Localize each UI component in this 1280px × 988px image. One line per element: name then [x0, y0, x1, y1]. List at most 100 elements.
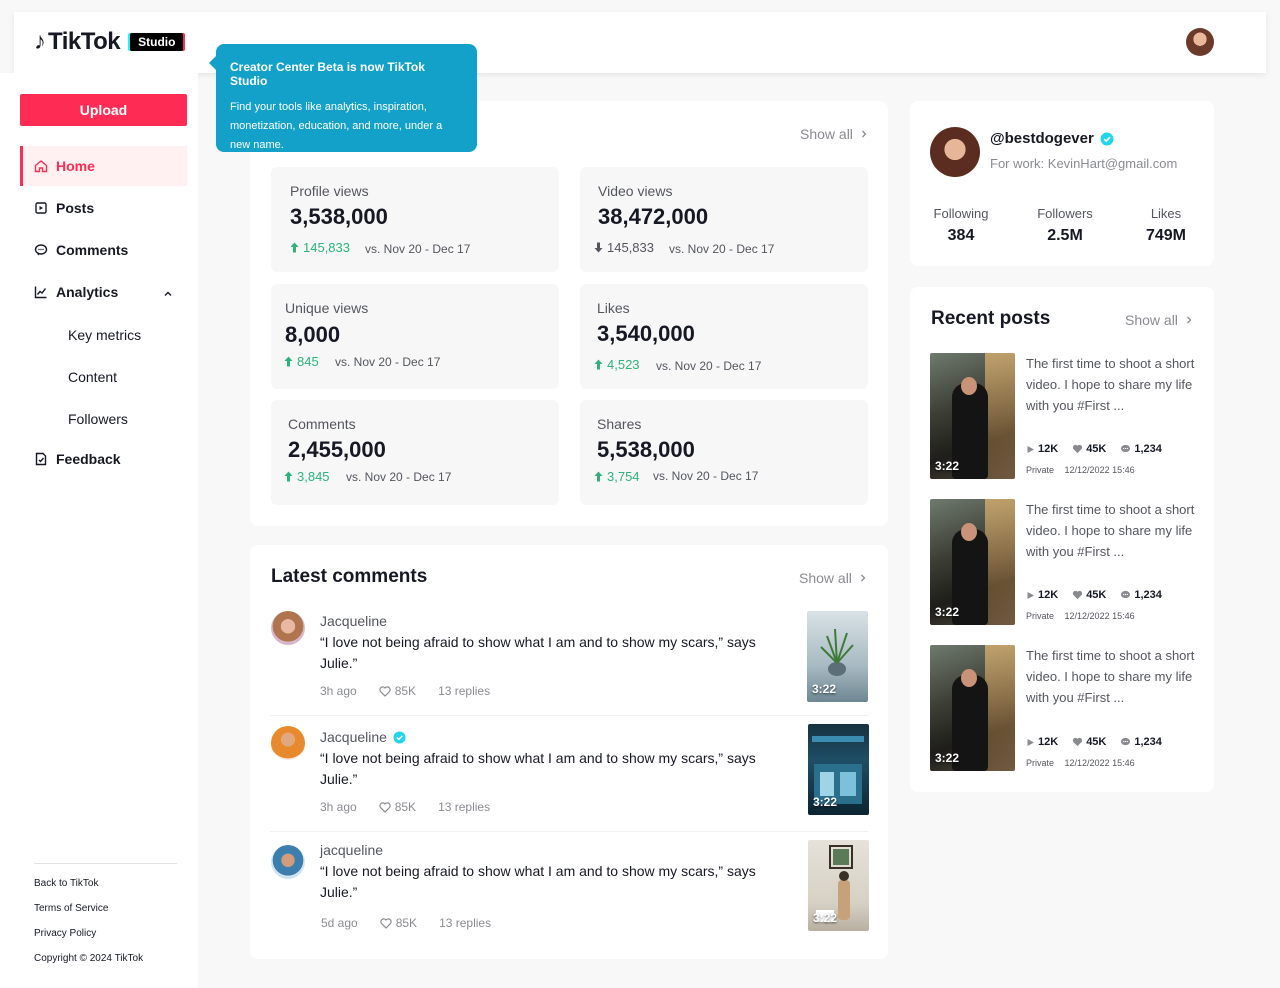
post-caption[interactable]: The first time to shoot a short video. I…	[1026, 353, 1200, 416]
sidebar-subitem-followers[interactable]: Followers	[68, 411, 128, 427]
comments-count: 1,234	[1134, 736, 1162, 748]
studio-rename-tooltip[interactable]: Creator Center Beta is now TikTok Studio…	[209, 44, 477, 152]
show-all-label: Show all	[799, 570, 852, 586]
metric-card-comments[interactable]: Comments 2,455,000 3,845 vs. Nov 20 - De…	[271, 400, 559, 505]
comment-bubble-icon	[1121, 737, 1131, 746]
tooltip-title: Creator Center Beta is now TikTok Studio	[230, 60, 425, 88]
post-meta: Private 12/12/2022 15:46	[1026, 758, 1143, 768]
likes-count: 45K	[1086, 589, 1107, 601]
comment-divider	[270, 715, 868, 716]
privacy-policy-link[interactable]: Privacy Policy	[34, 928, 96, 939]
commenter-avatar[interactable]	[271, 845, 305, 879]
comment-likes[interactable]: 85K	[379, 684, 416, 698]
sidebar-item-comments[interactable]: Comments	[20, 230, 187, 270]
thumbnail-face	[961, 523, 977, 541]
back-to-tiktok-link[interactable]: Back to TikTok	[34, 878, 98, 889]
profile-work-email: For work: KevinHart@gmail.com	[990, 156, 1178, 171]
profile-handle[interactable]: @bestdogever	[990, 130, 1114, 147]
comment-replies[interactable]: 13 replies	[439, 916, 491, 930]
metric-value: 5,538,000	[597, 437, 695, 462]
metric-range: vs. Nov 20 - Dec 17	[669, 242, 775, 256]
sidebar-item-feedback[interactable]: Feedback	[20, 439, 187, 479]
stat-following[interactable]: Following 384	[926, 206, 996, 245]
stat-label: Following	[933, 206, 989, 221]
comment-video-thumbnail[interactable]: 3:22	[807, 611, 868, 702]
logo-text: TikTok	[48, 28, 121, 55]
user-avatar[interactable]	[1186, 28, 1214, 56]
upload-button[interactable]: Upload	[20, 94, 187, 126]
arrow-down-icon	[594, 242, 603, 253]
comment-video-thumbnail[interactable]: 3:22	[808, 840, 869, 931]
comment-text: “I love not being afraid to show what I …	[320, 750, 756, 787]
home-icon	[34, 159, 48, 173]
posts-icon	[34, 201, 48, 215]
metric-card-video-views[interactable]: Video views 38,472,000 145,833 vs. Nov 2…	[580, 167, 868, 272]
comment-text: “I love not being afraid to show what I …	[320, 863, 756, 900]
thumbnail-face	[961, 669, 977, 687]
post-visibility: Private	[1026, 611, 1055, 621]
metric-card-unique-views[interactable]: Unique views 8,000 845 vs. Nov 20 - Dec …	[271, 284, 559, 389]
stat-likes[interactable]: Likes 749M	[1136, 206, 1196, 245]
comment-divider	[270, 831, 868, 832]
comments-show-all[interactable]: Show all	[799, 570, 868, 586]
recent-posts-show-all[interactable]: Show all	[1125, 312, 1194, 328]
video-duration: 3:22	[813, 795, 838, 809]
video-duration: 3:22	[935, 751, 960, 765]
likes-count: 85K	[395, 916, 418, 930]
sidebar-item-home[interactable]: Home	[20, 146, 187, 186]
profile-avatar[interactable]	[930, 127, 980, 177]
arrow-up-icon	[290, 242, 299, 253]
studio-badge: Studio	[130, 33, 184, 51]
delta-value: 3,754	[607, 469, 640, 484]
post-plays: 12K	[1026, 589, 1058, 601]
copyright-text: Copyright © 2024 TikTok	[34, 953, 144, 964]
sidebar-subitem-key-metrics[interactable]: Key metrics	[68, 327, 141, 343]
tiktok-logo[interactable]: ♪ TikTok Studio	[34, 28, 184, 56]
post-thumbnail[interactable]: 3:22	[930, 499, 1015, 625]
video-duration: 3:22	[813, 911, 838, 925]
metric-label: Unique views	[285, 300, 369, 316]
metric-range: vs. Nov 20 - Dec 17	[346, 470, 452, 484]
delta-value: 3,845	[297, 469, 330, 484]
post-likes: 45K	[1072, 443, 1106, 455]
heart-icon	[379, 801, 391, 813]
commenter-avatar[interactable]	[271, 611, 305, 645]
terms-of-service-link[interactable]: Terms of Service	[34, 903, 108, 914]
comment-likes[interactable]: 85K	[380, 916, 417, 930]
comment-likes[interactable]: 85K	[379, 800, 416, 814]
post-caption[interactable]: The first time to shoot a short video. I…	[1026, 645, 1200, 708]
post-caption[interactable]: The first time to shoot a short video. I…	[1026, 499, 1200, 562]
sidebar-item-label: Analytics	[56, 284, 119, 300]
show-all-label: Show all	[800, 126, 853, 142]
commenter-name[interactable]: Jacqueline	[320, 613, 387, 629]
overview-show-all[interactable]: Show all	[800, 126, 869, 142]
commenter-name[interactable]: Jacqueline	[320, 729, 406, 745]
analytics-icon	[34, 285, 48, 299]
sidebar-item-analytics[interactable]: Analytics	[20, 272, 187, 312]
sidebar-subitem-content[interactable]: Content	[68, 369, 117, 385]
post-thumbnail[interactable]: 3:22	[930, 353, 1015, 479]
heart-icon	[380, 917, 392, 929]
sidebar-item-label: Comments	[56, 242, 129, 258]
video-duration: 3:22	[935, 605, 960, 619]
metric-range: vs. Nov 20 - Dec 17	[365, 242, 471, 256]
commenter-name[interactable]: jacqueline	[320, 842, 383, 858]
commenter-avatar[interactable]	[271, 726, 305, 760]
chevron-up-icon[interactable]	[163, 286, 173, 302]
metric-card-likes[interactable]: Likes 3,540,000 4,523 vs. Nov 20 - Dec 1…	[580, 284, 868, 389]
comment-replies[interactable]: 13 replies	[438, 684, 490, 698]
metric-value: 38,472,000	[598, 204, 709, 229]
comment-video-thumbnail[interactable]: 3:22	[808, 724, 869, 815]
delta-value: 845	[297, 354, 319, 369]
arrow-up-icon	[284, 356, 293, 367]
heart-icon	[1073, 444, 1083, 454]
profile-handle-text: @bestdogever	[990, 130, 1094, 147]
stat-followers[interactable]: Followers 2.5M	[1029, 206, 1101, 245]
post-comments: 1,234	[1120, 589, 1162, 601]
comment-replies[interactable]: 13 replies	[438, 800, 490, 814]
likes-count: 45K	[1086, 736, 1107, 748]
metric-card-shares[interactable]: Shares 5,538,000 3,754 vs. Nov 20 - Dec …	[580, 400, 868, 505]
sidebar-item-posts[interactable]: Posts	[20, 188, 187, 228]
post-thumbnail[interactable]: 3:22	[930, 645, 1015, 771]
metric-card-profile-views[interactable]: Profile views 3,538,000 145,833 vs. Nov …	[271, 167, 559, 272]
